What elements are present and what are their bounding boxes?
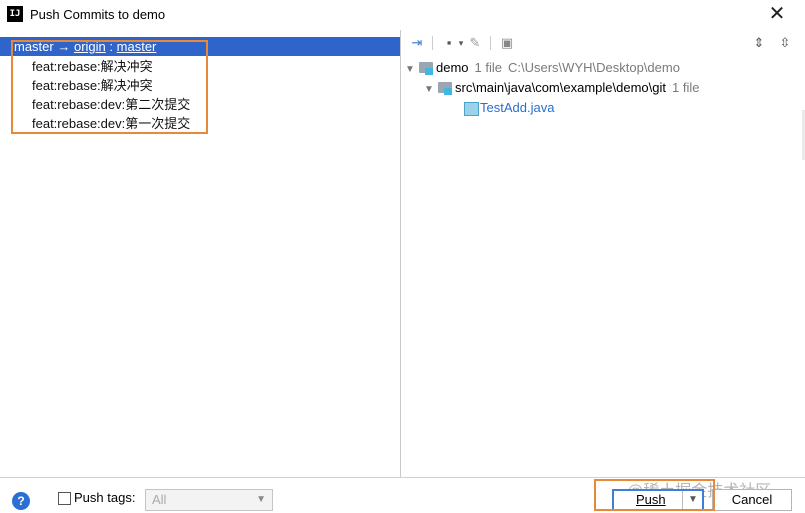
- expand-all-icon[interactable]: ⇕: [751, 35, 767, 51]
- window-title: Push Commits to demo: [30, 7, 166, 22]
- close-button[interactable]: ✕: [767, 4, 787, 24]
- file-name: TestAdd.java: [480, 100, 555, 115]
- java-file-icon: [464, 101, 479, 116]
- cancel-button[interactable]: Cancel: [712, 489, 792, 511]
- dir-name: src\main\java\com\example\demo\git: [455, 80, 666, 95]
- push-tags-label[interactable]: Push tags:: [74, 490, 135, 505]
- tree-root[interactable]: ▼ demo 1 file C:\Users\WYH\Desktop\demo: [405, 58, 680, 77]
- push-highlight-box: [594, 479, 715, 511]
- push-tags-select[interactable]: All ▼: [145, 489, 273, 511]
- collapse-all-icon[interactable]: ⇳: [777, 35, 793, 51]
- chevron-down-icon[interactable]: ▼: [424, 80, 438, 99]
- help-icon[interactable]: ?: [12, 492, 30, 510]
- toolbar-separator: [490, 36, 491, 50]
- folder-icon: [438, 82, 452, 95]
- pane-divider[interactable]: [400, 30, 401, 478]
- root-path: C:\Users\WYH\Desktop\demo: [508, 60, 680, 75]
- intellij-app-icon: IJ: [7, 6, 23, 22]
- tree-file[interactable]: TestAdd.java: [464, 98, 554, 117]
- toolbar-separator: [432, 36, 433, 50]
- close-icon: ✕: [768, 3, 786, 25]
- collapse-compare-icon[interactable]: ⇥: [409, 35, 425, 51]
- push-tags-checkbox[interactable]: [58, 492, 71, 505]
- changes-toolbar: ⇥ ▪ ▾ ✎ ▣ ⇕ ⇳: [401, 30, 805, 56]
- preview-diff-icon[interactable]: ▣: [499, 35, 515, 51]
- root-name: demo: [436, 60, 469, 75]
- root-count: 1 file: [474, 60, 502, 75]
- chevron-down-icon: ▼: [256, 494, 266, 505]
- edit-icon[interactable]: ✎: [467, 35, 483, 51]
- push-tags-value: All: [152, 492, 167, 507]
- title-bar: IJ Push Commits to demo ✕: [0, 0, 805, 30]
- commits-highlight-box: [11, 40, 208, 134]
- tree-dir[interactable]: ▼ src\main\java\com\example\demo\git 1 fil…: [424, 78, 699, 97]
- chevron-down-icon[interactable]: ▼: [405, 60, 419, 79]
- folder-icon: [419, 62, 433, 75]
- dir-count: 1 file: [671, 80, 700, 95]
